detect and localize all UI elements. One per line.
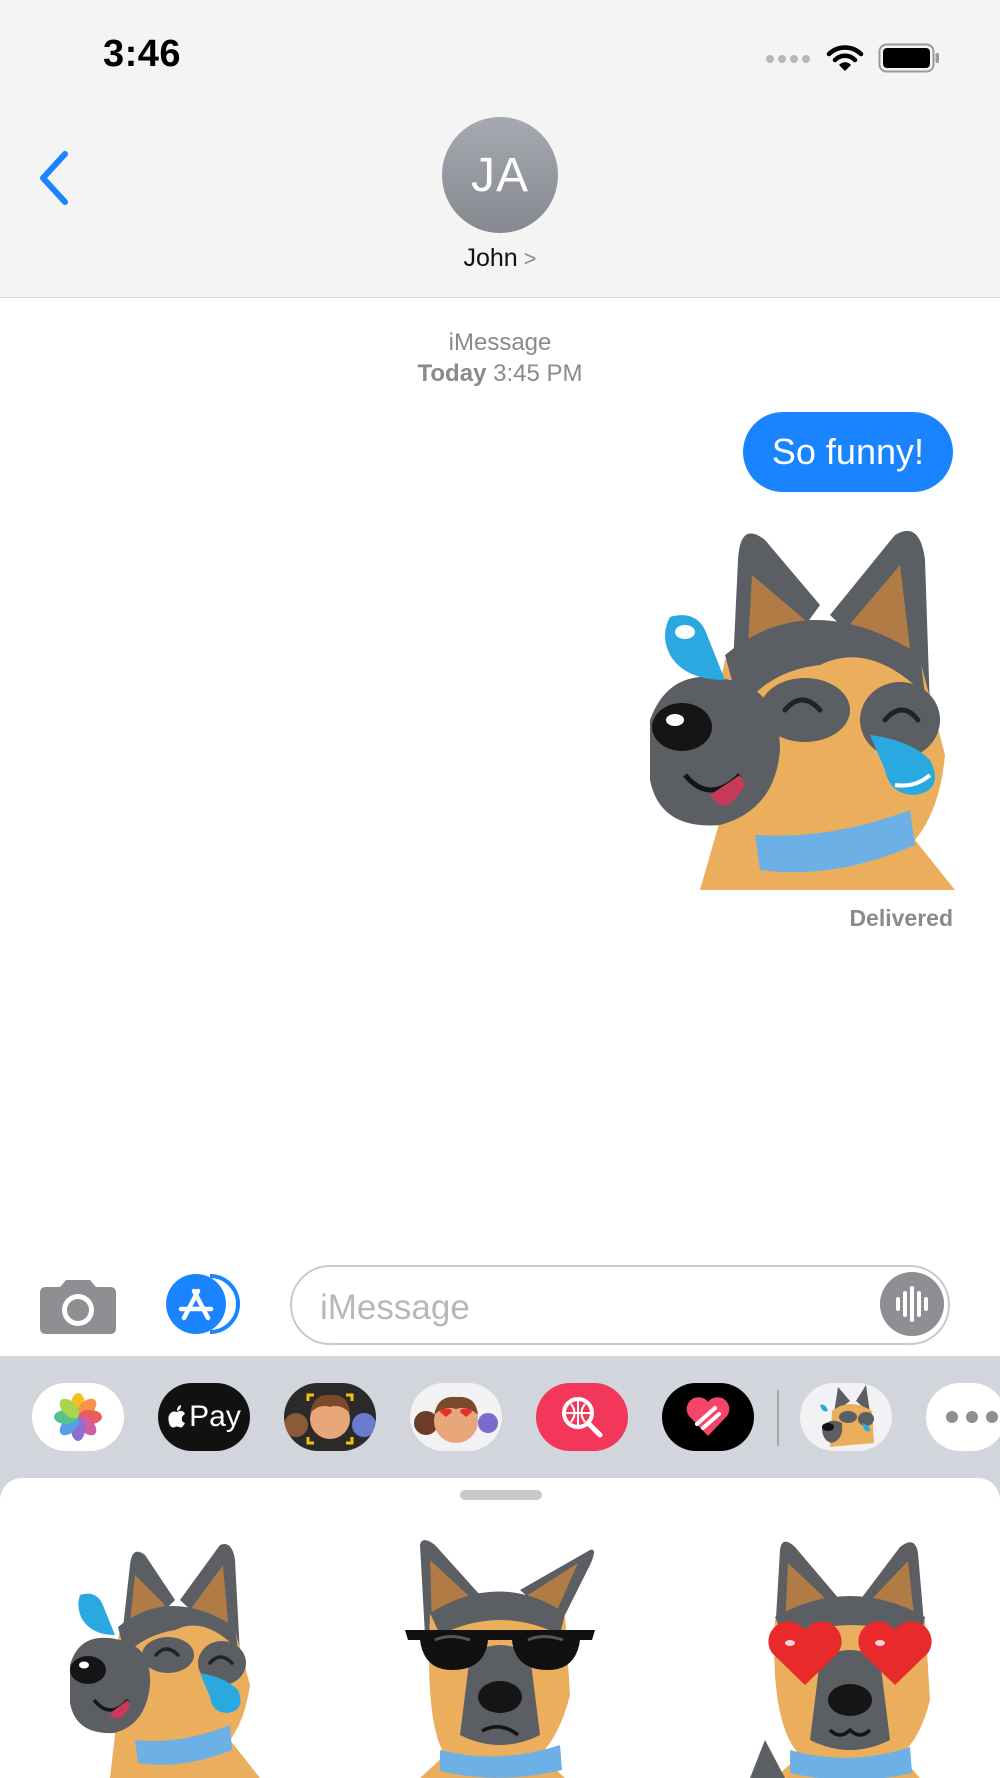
timestamp-time: 3:45 PM	[493, 360, 583, 387]
message-timestamp: Today 3:45 PM	[0, 360, 1000, 388]
panel-grabber-handle[interactable]	[460, 1490, 542, 1500]
avatar-initials: JA	[470, 148, 529, 202]
sent-message-bubble[interactable]: So funny!	[742, 412, 953, 492]
dog-laughing-tears-sticker[interactable]	[630, 520, 970, 890]
audio-record-button[interactable]	[880, 1272, 944, 1336]
heart-touch-icon	[686, 1397, 730, 1436]
apple-logo-icon	[168, 1405, 186, 1428]
dog-face-icon	[820, 1385, 874, 1447]
memoji-face-icon	[284, 1393, 376, 1445]
photos-flower-icon	[54, 1393, 102, 1441]
battery-icon	[878, 43, 939, 73]
delivery-status: Delivered	[849, 905, 953, 931]
memoji-stickers-app-icon[interactable]	[410, 1383, 502, 1451]
dog-sunglasses-sticker[interactable]	[400, 1535, 600, 1778]
contact-avatar[interactable]: JA	[442, 117, 558, 233]
app-drawer-divider	[777, 1390, 779, 1446]
contact-chevron-icon: >	[523, 246, 537, 271]
status-icons	[764, 38, 940, 78]
app-store-icon[interactable]	[165, 1273, 247, 1335]
contact-name-row[interactable]: John >	[0, 244, 1000, 273]
apple-pay-app-icon[interactable]: Pay	[158, 1383, 250, 1451]
globe-search-icon	[562, 1397, 603, 1438]
images-search-app-icon[interactable]	[536, 1383, 628, 1451]
apple-pay-label: Pay	[167, 1400, 241, 1434]
audio-waveform-icon	[896, 1286, 928, 1322]
dog-heart-eyes-sticker[interactable]	[750, 1535, 950, 1778]
photos-app-icon[interactable]	[32, 1383, 124, 1451]
ellipsis-icon	[946, 1411, 998, 1423]
contact-name: John	[463, 244, 518, 272]
timestamp-day: Today	[417, 360, 487, 387]
cellular-signal-icon	[766, 55, 810, 63]
more-apps-icon[interactable]	[926, 1383, 1000, 1451]
dog-laughing-tears-sticker[interactable]	[60, 1535, 260, 1778]
dog-stickers-app-icon[interactable]	[800, 1383, 892, 1451]
wifi-icon	[826, 45, 864, 71]
back-chevron-icon[interactable]	[32, 148, 80, 208]
camera-icon[interactable]	[40, 1272, 116, 1336]
service-label: iMessage	[448, 329, 552, 356]
message-text: So funny!	[771, 431, 924, 472]
memoji-heart-eyes-icon	[414, 1396, 498, 1443]
status-time: 3:46	[103, 33, 182, 75]
message-input-placeholder: iMessage	[320, 1288, 470, 1327]
digital-touch-app-icon[interactable]	[662, 1383, 754, 1451]
memoji-app-icon[interactable]	[284, 1383, 376, 1451]
